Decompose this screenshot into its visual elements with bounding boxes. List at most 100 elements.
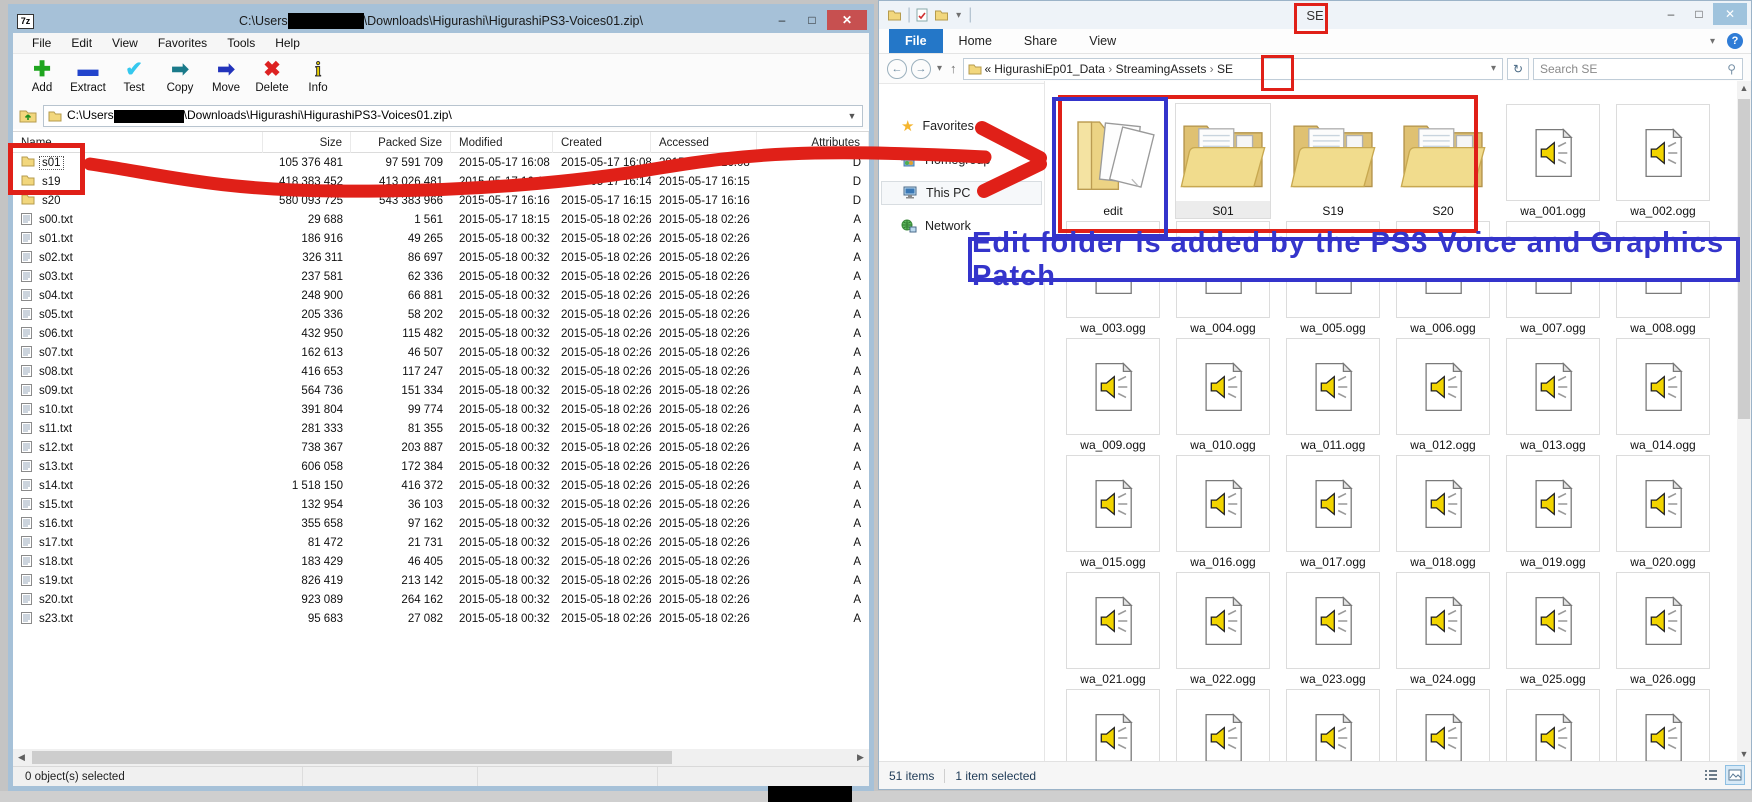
- table-row[interactable]: s20.txt923 089264 1622015-05-18 00:32201…: [13, 590, 869, 609]
- file-tile[interactable]: [1506, 689, 1600, 761]
- column-header-size[interactable]: Size: [263, 132, 351, 153]
- maximize-button[interactable]: □: [1685, 3, 1713, 25]
- file-tile[interactable]: [1286, 689, 1380, 761]
- menu-help[interactable]: Help: [266, 34, 309, 52]
- scrollbar-thumb[interactable]: [32, 751, 672, 764]
- search-input[interactable]: Search SE ⚲: [1533, 58, 1743, 80]
- file-tile[interactable]: wa_019.ogg: [1506, 455, 1600, 569]
- sidebar-item-network[interactable]: Network: [881, 215, 1042, 237]
- extract-button[interactable]: ▬Extract: [67, 56, 109, 94]
- close-button[interactable]: ✕: [1713, 3, 1747, 25]
- file-tile[interactable]: wa_002.ogg: [1616, 104, 1710, 218]
- table-row[interactable]: s01.txt186 91649 2652015-05-18 00:322015…: [13, 229, 869, 248]
- table-row[interactable]: s16.txt355 65897 1622015-05-18 00:322015…: [13, 514, 869, 533]
- table-row[interactable]: s01105 376 48197 591 7092015-05-17 16:08…: [13, 153, 869, 172]
- column-header-packed-size[interactable]: Packed Size: [351, 132, 451, 153]
- folder-tile-edit[interactable]: edit: [1066, 104, 1160, 218]
- file-tile[interactable]: wa_008.ogg: [1616, 221, 1710, 335]
- move-button[interactable]: ➡Move: [205, 56, 247, 94]
- scrollbar-thumb[interactable]: [1738, 99, 1750, 419]
- info-button[interactable]: iInfo: [297, 56, 339, 94]
- file-tile[interactable]: wa_001.ogg: [1506, 104, 1600, 218]
- refresh-icon[interactable]: ↻: [1507, 58, 1529, 80]
- table-row[interactable]: s06.txt432 950115 4822015-05-18 00:32201…: [13, 324, 869, 343]
- table-row[interactable]: s07.txt162 61346 5072015-05-18 00:322015…: [13, 343, 869, 362]
- column-header-accessed[interactable]: Accessed: [651, 132, 757, 153]
- file-tile[interactable]: wa_003.ogg: [1066, 221, 1160, 335]
- table-row[interactable]: s10.txt391 80499 7742015-05-18 00:322015…: [13, 400, 869, 419]
- sidebar-item-this-pc[interactable]: This PC: [881, 181, 1042, 205]
- tab-file[interactable]: File: [889, 29, 943, 53]
- vertical-scrollbar[interactable]: ▲ ▼: [1737, 81, 1751, 761]
- list-column-headers[interactable]: NameSizePacked SizeModifiedCreatedAccess…: [13, 132, 869, 153]
- table-row[interactable]: s11.txt281 33381 3552015-05-18 00:322015…: [13, 419, 869, 438]
- column-header-created[interactable]: Created: [553, 132, 651, 153]
- file-tile[interactable]: [1066, 689, 1160, 761]
- table-row[interactable]: s04.txt248 90066 8812015-05-18 00:322015…: [13, 286, 869, 305]
- minimize-button[interactable]: ‒: [1657, 3, 1685, 25]
- table-row[interactable]: s00.txt29 6881 5612015-05-17 18:152015-0…: [13, 210, 869, 229]
- table-row[interactable]: s19418 383 452413 026 4812015-05-17 16:1…: [13, 172, 869, 191]
- folder-tile-S19[interactable]: S19: [1286, 104, 1380, 218]
- ribbon-expand-icon[interactable]: ▾: [1708, 36, 1717, 47]
- scroll-right-icon[interactable]: ▶: [852, 752, 869, 763]
- menu-file[interactable]: File: [23, 34, 60, 52]
- close-button[interactable]: ✕: [827, 10, 867, 30]
- tab-view[interactable]: View: [1073, 29, 1132, 53]
- 7zip-titlebar[interactable]: 7z C:\Users\Downloads\Higurashi\Higurash…: [13, 9, 869, 33]
- maximize-button[interactable]: □: [797, 10, 827, 30]
- breadcrumb-segment[interactable]: HigurashiEp01_Data: [994, 62, 1108, 76]
- table-row[interactable]: s23.txt95 68327 0822015-05-18 00:322015-…: [13, 609, 869, 628]
- file-tile[interactable]: wa_025.ogg: [1506, 572, 1600, 686]
- scroll-left-icon[interactable]: ◀: [13, 752, 30, 763]
- up-icon[interactable]: ↑: [948, 61, 959, 76]
- tab-share[interactable]: Share: [1008, 29, 1073, 53]
- menu-favorites[interactable]: Favorites: [149, 34, 216, 52]
- help-icon[interactable]: ?: [1727, 33, 1743, 49]
- file-tile[interactable]: wa_016.ogg: [1176, 455, 1270, 569]
- scroll-up-icon[interactable]: ▲: [1737, 83, 1751, 93]
- delete-button[interactable]: ✖Delete: [251, 56, 293, 94]
- menu-tools[interactable]: Tools: [218, 34, 264, 52]
- folder-tile-S01[interactable]: S01: [1176, 104, 1270, 218]
- file-tile[interactable]: wa_026.ogg: [1616, 572, 1710, 686]
- tab-home[interactable]: Home: [943, 29, 1008, 53]
- file-tile[interactable]: [1396, 689, 1490, 761]
- history-dropdown-icon[interactable]: ▾: [935, 63, 944, 74]
- table-row[interactable]: s02.txt326 31186 6972015-05-18 00:322015…: [13, 248, 869, 267]
- folder-tile-S20[interactable]: S20: [1396, 104, 1490, 218]
- file-tile[interactable]: wa_020.ogg: [1616, 455, 1710, 569]
- file-tile[interactable]: [1176, 689, 1270, 761]
- table-row[interactable]: s05.txt205 33658 2022015-05-18 00:322015…: [13, 305, 869, 324]
- details-view-icon[interactable]: [1701, 765, 1721, 785]
- column-header-name[interactable]: Name: [13, 132, 263, 153]
- table-row[interactable]: s13.txt606 058172 3842015-05-18 00:32201…: [13, 457, 869, 476]
- 7zip-address-input[interactable]: C:\Users\Downloads\Higurashi\HigurashiPS…: [43, 105, 863, 127]
- breadcrumb-segment[interactable]: StreamingAssets: [1112, 62, 1209, 76]
- file-tile[interactable]: wa_010.ogg: [1176, 338, 1270, 452]
- sidebar-item-homegroup[interactable]: Homegroup: [881, 149, 1042, 171]
- file-tile[interactable]: wa_012.ogg: [1396, 338, 1490, 452]
- menu-edit[interactable]: Edit: [62, 34, 101, 52]
- column-header-modified[interactable]: Modified: [451, 132, 553, 153]
- table-row[interactable]: s15.txt132 95436 1032015-05-18 00:322015…: [13, 495, 869, 514]
- minimize-button[interactable]: ‒: [767, 10, 797, 30]
- file-tile[interactable]: wa_009.ogg: [1066, 338, 1160, 452]
- file-tile[interactable]: wa_022.ogg: [1176, 572, 1270, 686]
- back-icon[interactable]: ←: [887, 59, 907, 79]
- table-row[interactable]: s19.txt826 419213 1422015-05-18 00:32201…: [13, 571, 869, 590]
- file-tile[interactable]: [1616, 689, 1710, 761]
- scroll-down-icon[interactable]: ▼: [1737, 749, 1751, 759]
- menu-view[interactable]: View: [103, 34, 147, 52]
- sidebar-item-favorites[interactable]: ★Favorites: [881, 113, 1042, 139]
- table-row[interactable]: s12.txt738 367203 8872015-05-18 00:32201…: [13, 438, 869, 457]
- chevron-down-icon[interactable]: ▼: [844, 108, 860, 124]
- forward-icon[interactable]: →: [911, 59, 931, 79]
- file-tile[interactable]: wa_024.ogg: [1396, 572, 1490, 686]
- file-tile[interactable]: wa_015.ogg: [1066, 455, 1160, 569]
- file-tile[interactable]: wa_023.ogg: [1286, 572, 1380, 686]
- file-tile[interactable]: wa_018.ogg: [1396, 455, 1490, 569]
- file-tile[interactable]: wa_017.ogg: [1286, 455, 1380, 569]
- file-tile[interactable]: wa_004.ogg: [1176, 221, 1270, 335]
- table-row[interactable]: s03.txt237 58162 3362015-05-18 00:322015…: [13, 267, 869, 286]
